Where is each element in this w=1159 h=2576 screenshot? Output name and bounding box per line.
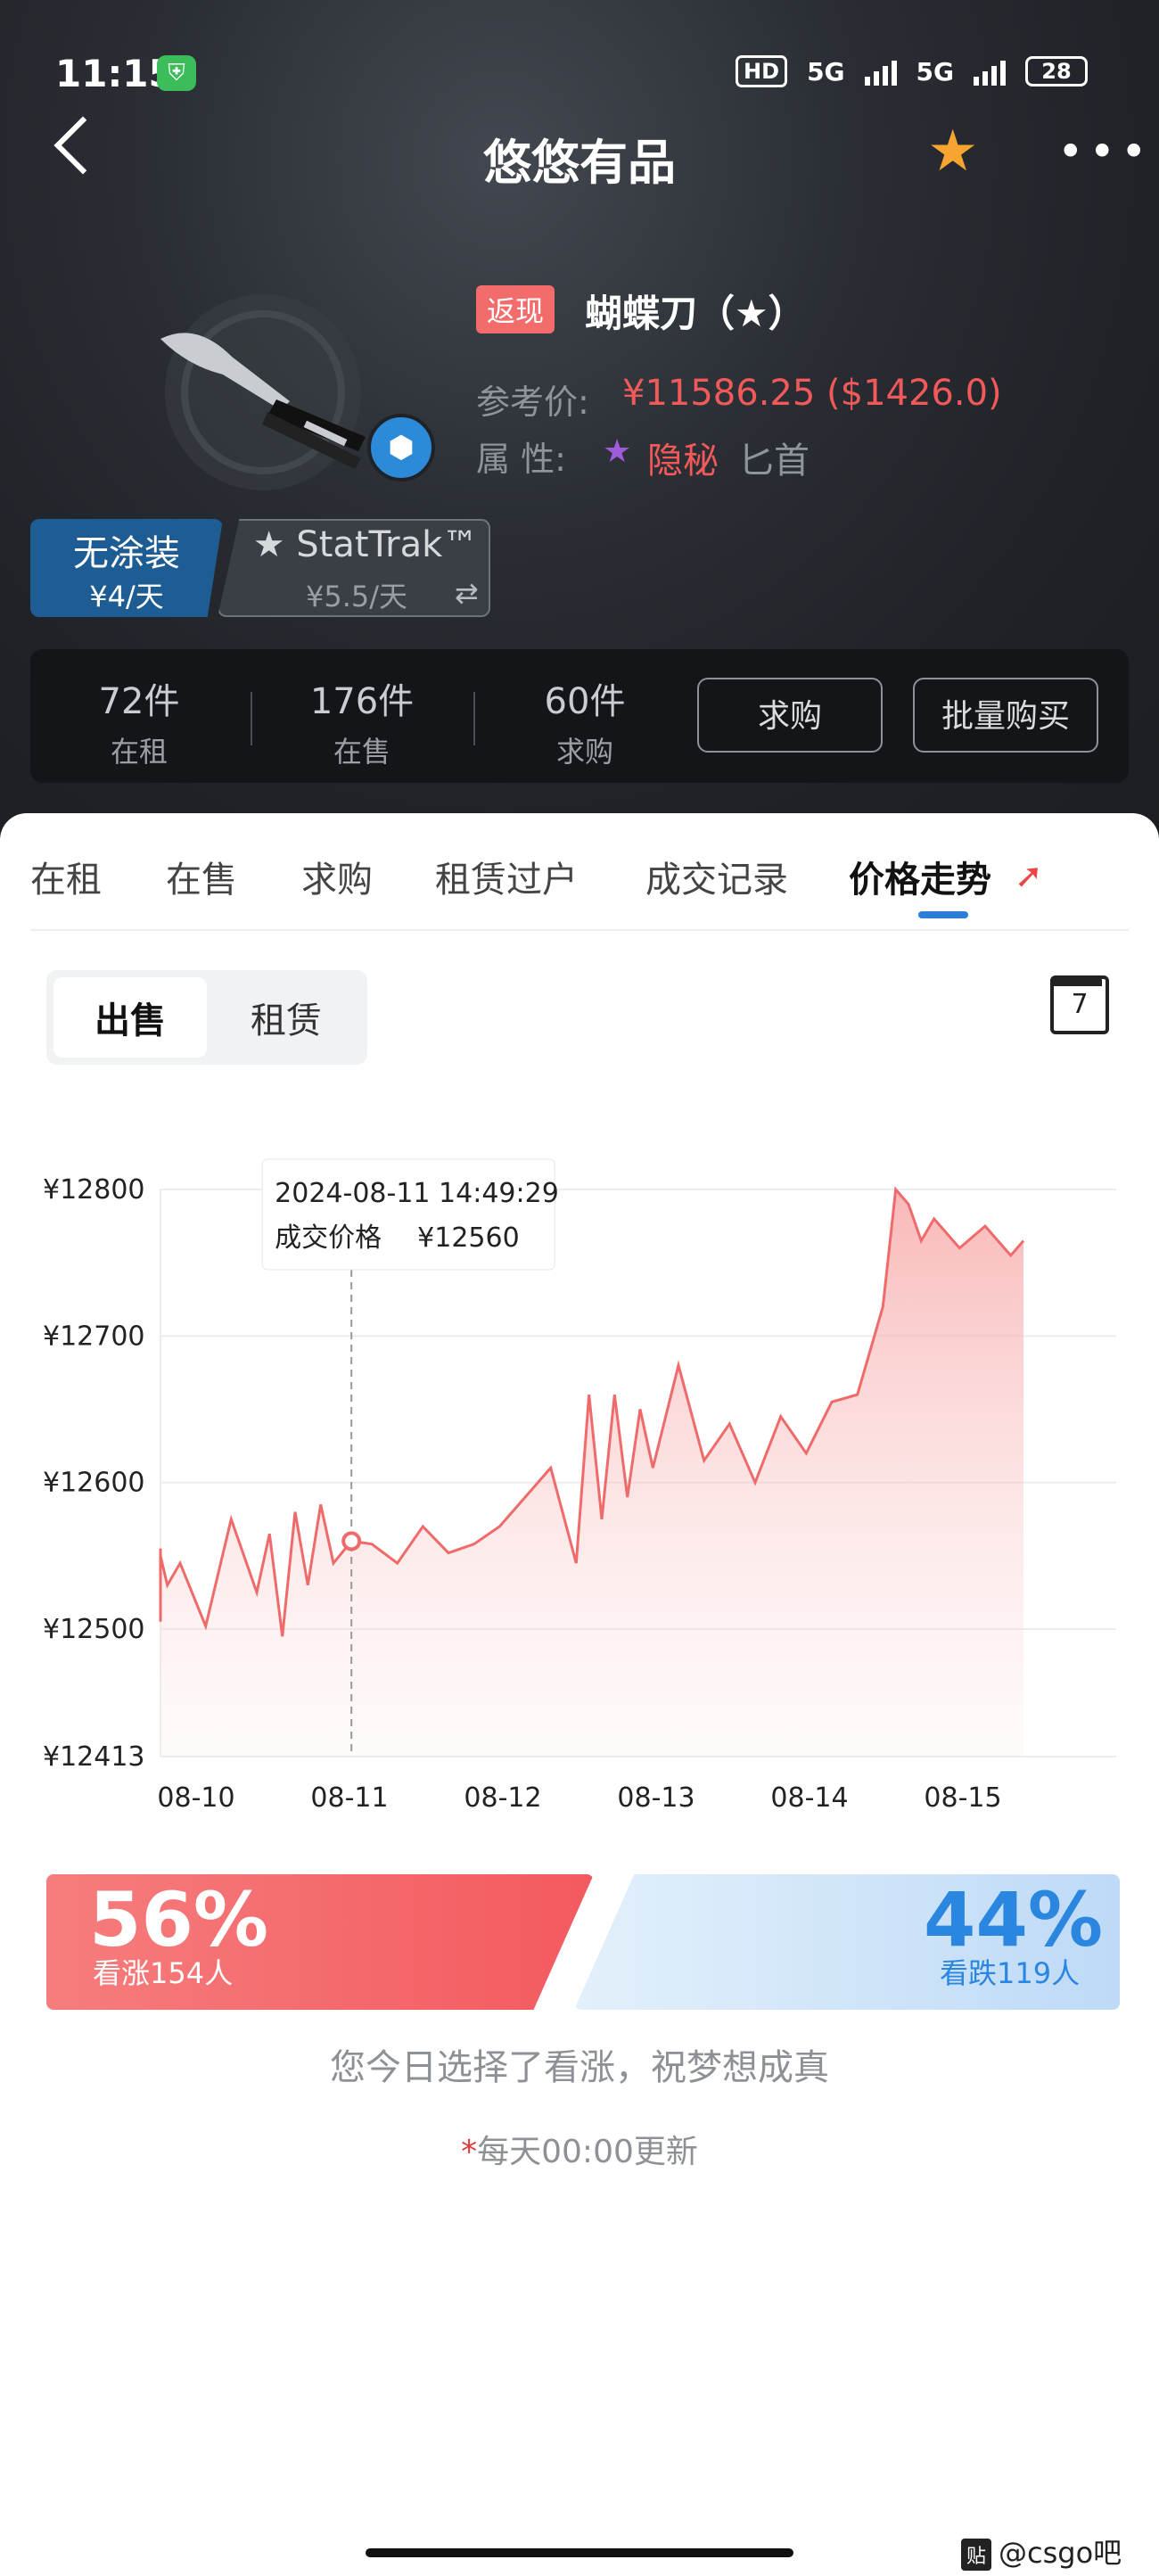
item-name: 蝴蝶刀（★） — [585, 292, 806, 335]
price-area — [160, 1189, 1023, 1757]
tab-price-trend[interactable]: 价格走势 — [849, 851, 991, 902]
bulk-buy-button[interactable]: 批量购买 — [913, 678, 1098, 753]
segment-rent[interactable]: 租赁 — [210, 992, 362, 1043]
stat-buying[interactable]: 60件 求购 — [505, 672, 665, 770]
tieba-icon: 贴 — [961, 2539, 992, 2571]
divider — [30, 929, 1129, 931]
tab-renting[interactable]: 在租 — [30, 851, 102, 902]
rarity-star-icon: ★ — [603, 433, 632, 470]
knife-image — [160, 294, 366, 490]
update-note: *每天00:00更新 — [461, 2134, 698, 2170]
y-tick-label: ¥12500 — [43, 1614, 145, 1645]
x-tick-label: 08-15 — [924, 1782, 1001, 1814]
cashback-badge: 返现 — [476, 285, 555, 333]
signal-icon — [974, 57, 1006, 86]
x-tick-label: 08-11 — [310, 1782, 388, 1814]
buy-request-button[interactable]: 求购 — [697, 678, 883, 753]
swap-icon: ⇄ — [455, 576, 479, 610]
battery-icon: 28 — [1025, 56, 1088, 86]
y-tick-label: ¥12413 — [43, 1741, 145, 1773]
chart-tooltip: 2024-08-11 14:49:29 成交价格 ¥12560 — [261, 1158, 559, 1271]
x-tick-label: 08-13 — [617, 1782, 695, 1814]
y-tick-label: ¥12800 — [43, 1174, 145, 1206]
net1-label: 5G — [807, 56, 845, 86]
segment-sell[interactable]: 出售 — [53, 992, 207, 1043]
variant-price: ¥5.5/天 — [305, 580, 408, 613]
more-icon[interactable]: ••• — [1057, 129, 1152, 174]
x-tick-label: 08-14 — [770, 1782, 848, 1814]
tab-buying[interactable]: 求购 — [301, 851, 373, 902]
x-tick-label: 08-10 — [157, 1782, 234, 1814]
attr-type: 匕首 — [738, 440, 810, 481]
net2-label: 5G — [916, 56, 954, 86]
vote-message: 您今日选择了看涨，祝梦想成真 — [330, 2047, 829, 2088]
cube-icon[interactable]: ⬢ — [367, 414, 435, 481]
variant-name: ★ StatTrak™ — [252, 524, 479, 565]
attr-rarity: 隐秘 — [647, 440, 719, 481]
attr-label: 属 性: — [476, 440, 566, 479]
page-title: 悠悠有品 — [483, 135, 676, 191]
vote-down-count: 看跌119人 — [940, 1956, 1081, 1990]
divider — [251, 692, 252, 745]
signal-icon — [864, 57, 897, 86]
favorite-star-icon[interactable]: ★ — [927, 123, 978, 180]
tab-selling[interactable]: 在售 — [166, 851, 237, 902]
stat-selling[interactable]: 176件 在售 — [282, 672, 442, 770]
hover-point — [341, 1531, 362, 1551]
vote-up-count: 看涨154人 — [93, 1956, 234, 1990]
variant-name: 无涂装 — [73, 533, 180, 574]
tab-indicator — [918, 911, 968, 918]
variant-price: ¥4/天 — [89, 580, 164, 613]
tab-trade-records[interactable]: 成交记录 — [645, 851, 788, 902]
trend-up-icon: ➚ — [1015, 856, 1043, 895]
ref-price-value: ¥11586.25 ($1426.0) — [622, 373, 1002, 414]
stat-renting[interactable]: 72件 在租 — [59, 672, 219, 770]
x-tick-label: 08-12 — [464, 1782, 541, 1814]
tab-rent-transfer[interactable]: 租赁过户 — [435, 851, 578, 902]
tooltip-date: 2024-08-11 14:49:29 — [275, 1178, 559, 1209]
home-indicator[interactable] — [366, 2548, 793, 2557]
watermark: 贴 @csgo吧 — [961, 2531, 1122, 2572]
hd-icon: HD — [736, 55, 788, 87]
price-chart[interactable]: 2024-08-11 14:49:29 成交价格 ¥12560 ¥12800 ¥1… — [0, 1123, 1159, 1819]
y-tick-label: ¥12700 — [43, 1321, 145, 1352]
calendar-icon[interactable]: 7 — [1050, 975, 1109, 1034]
shield-icon: ⛨ — [157, 55, 196, 91]
tooltip-value: ¥12560 — [417, 1222, 520, 1254]
ref-price-label: 参考价: — [476, 383, 589, 422]
status-indicators: HD 5G 5G 28 — [736, 55, 1088, 87]
y-tick-label: ¥12600 — [43, 1468, 145, 1499]
divider — [473, 692, 475, 745]
tooltip-label: 成交价格 — [275, 1222, 382, 1254]
